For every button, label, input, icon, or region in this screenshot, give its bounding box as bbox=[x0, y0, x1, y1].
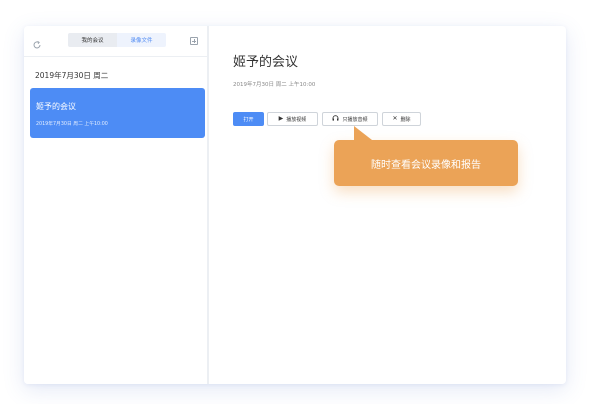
add-icon[interactable] bbox=[190, 37, 198, 45]
headphones-icon bbox=[332, 115, 339, 123]
delete-button[interactable]: ✕ 删除 bbox=[382, 112, 421, 126]
detail-pane: 姬予的会议 2019年7月30日 周二 上午10:00 打开 ▶ 播放视频 只播… bbox=[209, 26, 566, 384]
open-button-label: 打开 bbox=[243, 116, 254, 123]
page-title: 姬予的会议 bbox=[233, 55, 299, 70]
audio-only-button[interactable]: 只播放音频 bbox=[322, 112, 378, 126]
app-window: 我的会议 录像文件 2019年7月30日 周二 姬予的会议 2019年7月30日… bbox=[24, 26, 566, 384]
audio-only-label: 只播放音频 bbox=[342, 116, 368, 123]
open-button[interactable]: 打开 bbox=[233, 112, 264, 126]
sidebar: 我的会议 录像文件 2019年7月30日 周二 姬予的会议 2019年7月30日… bbox=[24, 26, 209, 384]
feature-tooltip: 随时查看会议录像和报告 bbox=[334, 126, 518, 186]
delete-label: 删除 bbox=[400, 116, 411, 123]
sidebar-segmented-control: 我的会议 录像文件 bbox=[68, 33, 166, 47]
tab-my-meetings[interactable]: 我的会议 bbox=[68, 33, 117, 47]
play-icon: ▶ bbox=[278, 115, 284, 122]
meeting-datetime: 2019年7月30日 周二 上午10:00 bbox=[233, 82, 316, 88]
tooltip-text: 随时查看会议录像和报告 bbox=[371, 159, 481, 171]
play-video-label: 播放视频 bbox=[286, 116, 307, 123]
tab-recordings[interactable]: 录像文件 bbox=[117, 33, 166, 47]
meeting-title: 姬予的会议 bbox=[36, 102, 76, 111]
play-video-button[interactable]: ▶ 播放视频 bbox=[267, 112, 318, 126]
close-icon: ✕ bbox=[392, 115, 398, 122]
meeting-time: 2019年7月30日 周二 上午10:00 bbox=[36, 122, 108, 127]
meeting-list-item[interactable]: 姬予的会议 2019年7月30日 周二 上午10:00 bbox=[30, 88, 205, 138]
refresh-icon[interactable] bbox=[32, 35, 42, 49]
date-group-header: 2019年7月30日 周二 bbox=[35, 71, 109, 80]
sidebar-toolbar: 我的会议 录像文件 bbox=[24, 26, 207, 57]
